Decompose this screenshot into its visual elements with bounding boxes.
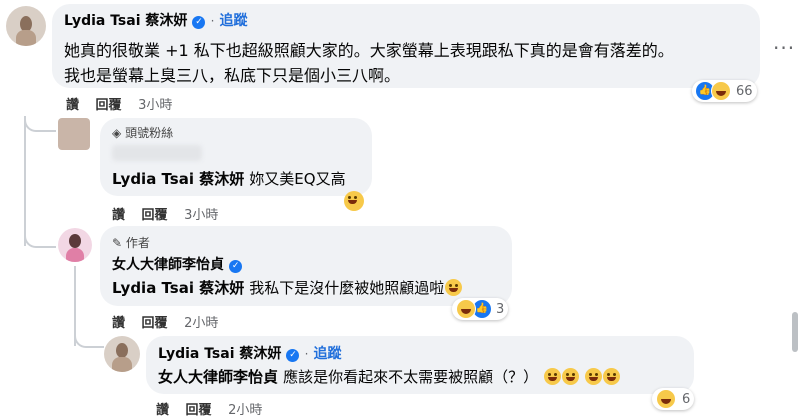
author-name[interactable]: Lydia Tsai 蔡沐妍: [64, 13, 187, 29]
like-button[interactable]: 讚: [66, 98, 79, 113]
tears-of-joy-emoji-icon: [445, 279, 463, 296]
thread-connector: [24, 222, 56, 248]
follow-button[interactable]: 追蹤: [220, 13, 248, 29]
avatar[interactable]: [58, 118, 90, 150]
haha-reaction-icon: [656, 389, 676, 409]
laughing-emoji-icon: [585, 368, 603, 385]
comment-text-line1: 她真的很敬業 +1 私下也超級照顧大家的。大家螢幕上表現跟私下真的是會有落差的。: [64, 41, 674, 60]
laughing-emoji-icon: [544, 368, 562, 385]
comment-actions: 讚 回覆 2小時: [112, 312, 230, 331]
scrollbar[interactable]: [792, 312, 798, 352]
comment-text: 我私下是沒什麼被她照顧過啦: [249, 279, 445, 297]
reaction-count: 66: [736, 83, 753, 99]
comment-text: 妳又美EQ又高: [249, 170, 346, 188]
timestamp[interactable]: 3小時: [138, 98, 172, 113]
avatar[interactable]: [104, 336, 140, 372]
avatar[interactable]: [6, 6, 46, 46]
laughing-emoji-icon: [562, 368, 580, 385]
comment-actions: 讚 回覆 3小時: [66, 94, 184, 113]
reaction-count: 6: [682, 391, 691, 407]
mention-link[interactable]: Lydia Tsai 蔡沐妍: [112, 279, 244, 297]
top-fan-badge: ◈ 頭號粉絲: [112, 124, 173, 141]
reaction-summary[interactable]: 👍 66: [692, 80, 757, 102]
comment-header: Lydia Tsai 蔡沐妍 ✓ · 追蹤: [158, 343, 342, 363]
timestamp[interactable]: 2小時: [228, 403, 262, 418]
reply-button[interactable]: 回覆: [186, 403, 212, 418]
like-button[interactable]: 讚: [112, 208, 125, 223]
comment-actions: 讚 回覆 3小時: [112, 204, 230, 223]
avatar[interactable]: [58, 228, 92, 262]
reply-button[interactable]: 回覆: [142, 208, 168, 223]
reaction-summary[interactable]: 👍 3: [452, 298, 509, 320]
comment-header: 女人大律師李怡貞 ✓: [112, 254, 243, 274]
haha-reaction-icon: [456, 299, 476, 319]
reply-button[interactable]: 回覆: [142, 316, 168, 331]
thread-connector: [74, 330, 104, 348]
follow-button[interactable]: 追蹤: [314, 346, 342, 362]
timestamp[interactable]: 2小時: [184, 316, 218, 331]
separator-dot: ·: [304, 347, 309, 361]
timestamp[interactable]: 3小時: [184, 208, 218, 223]
comment-body: Lydia Tsai 蔡沐妍 我私下是沒什麼被她照顧過啦: [112, 277, 463, 298]
comment-body: Lydia Tsai 蔡沐妍 妳又美EQ又高: [112, 168, 346, 189]
badge-label: 作者: [125, 236, 150, 250]
like-button[interactable]: 讚: [156, 403, 169, 418]
badge-label: 頭號粉絲: [125, 126, 174, 140]
more-options-icon[interactable]: ···: [773, 36, 795, 60]
separator-dot: ·: [210, 14, 215, 28]
reaction-summary[interactable]: 6: [652, 388, 695, 410]
verified-badge-icon: ✓: [229, 260, 243, 273]
thread-connector: [24, 116, 56, 132]
verified-badge-icon: ✓: [286, 349, 300, 362]
diamond-icon: ◈: [112, 126, 122, 140]
reply-button[interactable]: 回覆: [96, 98, 122, 113]
comment-body: 女人大律師李怡貞 應該是你看起來不太需要被照顧（？）: [158, 366, 621, 387]
haha-reaction-icon[interactable]: [343, 191, 364, 212]
reaction-count: 3: [496, 301, 505, 317]
author-badge: ✎ 作者: [112, 234, 150, 251]
like-button[interactable]: 讚: [112, 316, 125, 331]
pencil-icon: ✎: [112, 236, 123, 250]
mention-link[interactable]: 女人大律師李怡貞: [158, 368, 278, 386]
author-name[interactable]: Lydia Tsai 蔡沐妍: [158, 346, 281, 362]
comment-text: 應該是你看起來不太需要被照顧（？）: [283, 368, 539, 386]
comment-actions: 讚 回覆 2小時: [156, 399, 274, 418]
mention-link[interactable]: Lydia Tsai 蔡沐妍: [112, 170, 244, 188]
laughing-emoji-icon: [603, 368, 621, 385]
haha-reaction-icon: [711, 81, 731, 101]
comment-header: Lydia Tsai 蔡沐妍 ✓ · 追蹤: [64, 10, 248, 30]
comment-text-line2: 我也是螢幕上臭三八，私底下只是個小三八啊。: [64, 66, 401, 85]
blurred-author-name[interactable]: [112, 145, 202, 161]
verified-badge-icon: ✓: [192, 16, 206, 29]
author-name[interactable]: 女人大律師李怡貞: [112, 257, 224, 273]
